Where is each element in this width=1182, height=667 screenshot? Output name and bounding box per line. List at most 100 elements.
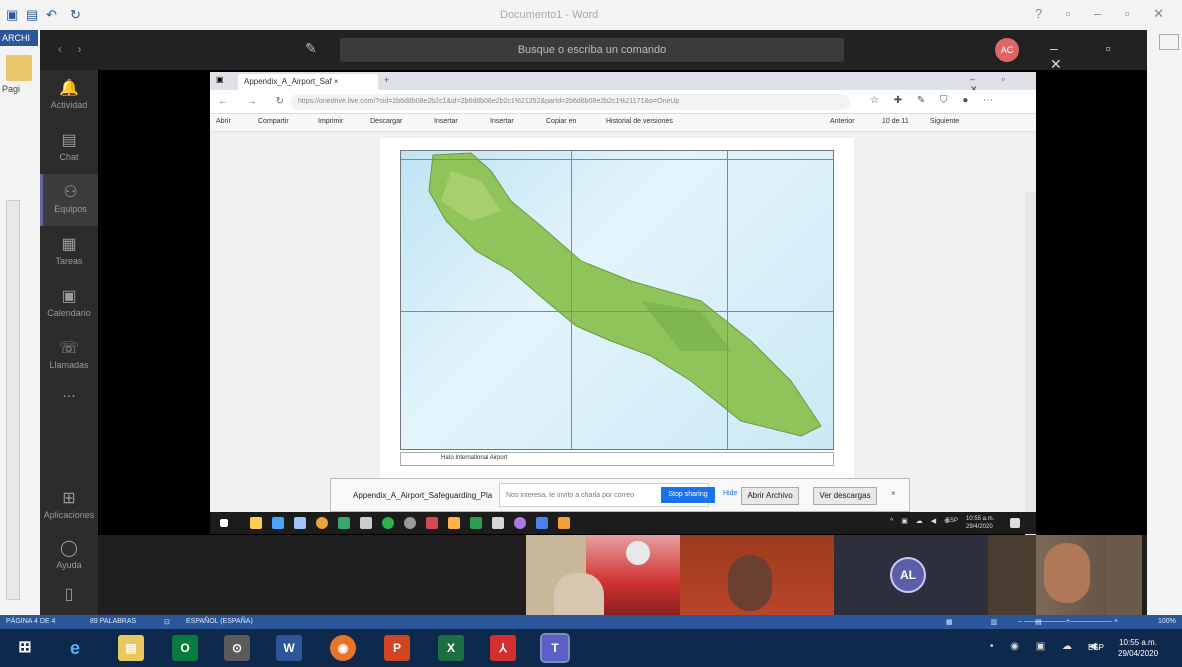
word-window-controls[interactable]: ? ▫ – ▫ ✕ bbox=[1035, 6, 1174, 22]
rail-calls[interactable]: ☏ Llamadas bbox=[40, 330, 98, 382]
system-tray-icons[interactable]: • ◉ ▣ ☁ ◀ bbox=[990, 641, 1103, 652]
version-history-button[interactable]: Historial de versiones bbox=[606, 118, 673, 125]
folder-icon[interactable] bbox=[250, 517, 262, 529]
wall-clock bbox=[626, 541, 650, 565]
browser-address-row: ← → ↻ https://onedrive.live.com/?cid=2b6… bbox=[210, 90, 1036, 114]
paste-icon[interactable] bbox=[6, 55, 32, 81]
proofing-icon[interactable]: ⊡ bbox=[164, 618, 170, 626]
app-icon[interactable] bbox=[470, 517, 482, 529]
internet-explorer-icon[interactable]: e bbox=[62, 635, 88, 661]
word-logo-icon: ▣ bbox=[6, 7, 19, 22]
browser-extensions[interactable]: ☆ ✚ ✎ ⛉ ● ⋯ bbox=[870, 95, 999, 106]
browser-tab[interactable]: Appendix_A_Airport_Saf × bbox=[238, 74, 378, 90]
participant-video[interactable] bbox=[526, 535, 680, 615]
powerpoint-icon[interactable]: P bbox=[384, 635, 410, 661]
store-icon[interactable] bbox=[272, 517, 284, 529]
redo-icon[interactable]: ↻ bbox=[70, 7, 81, 23]
nav-back-forward-refresh[interactable]: ← → ↻ bbox=[218, 96, 292, 107]
compose-icon[interactable]: ✎ bbox=[305, 40, 317, 57]
share-button[interactable]: Compartir bbox=[258, 118, 289, 125]
vertical-ruler bbox=[6, 200, 20, 600]
app-icon[interactable] bbox=[294, 517, 306, 529]
teams-window-controls[interactable]: – ▫ ✕ bbox=[1050, 40, 1147, 73]
rail-calendar[interactable]: ▣ Calendario bbox=[40, 278, 98, 330]
input-language[interactable]: ESP bbox=[1088, 643, 1104, 652]
save-icon[interactable]: ▤ bbox=[26, 7, 38, 23]
inner-tray-icons[interactable]: ^ ▣ ☁ ◀ ⊕ bbox=[890, 517, 953, 525]
browser-tab-strip: ▣ Appendix_A_Airport_Saf × + – ▫ ✕ bbox=[210, 72, 1036, 94]
app-icon[interactable] bbox=[360, 517, 372, 529]
inner-lang: ESP bbox=[946, 518, 959, 524]
page-count[interactable]: PÁGINA 4 DE 4 bbox=[6, 618, 55, 625]
word-status-bar: PÁGINA 4 DE 4 89 PALABRAS ⊡ ESPAÑOL (ESP… bbox=[0, 615, 1182, 629]
rail-activity[interactable]: 🔔 Actividad bbox=[40, 70, 98, 122]
participant-strip: AL bbox=[98, 535, 1147, 615]
app-icon[interactable] bbox=[492, 517, 504, 529]
nav-arrows[interactable]: ‹ › bbox=[58, 42, 87, 56]
file-explorer-icon[interactable]: ▤ bbox=[118, 635, 144, 661]
onedrive-toolbar: Abrir Compartir Imprimir Descargar Inser… bbox=[210, 114, 1036, 132]
hide-button[interactable]: Hide bbox=[723, 490, 737, 497]
participant-video[interactable] bbox=[988, 535, 1142, 615]
zoom-level[interactable]: 100% bbox=[1158, 618, 1176, 625]
browser-menu-icon[interactable]: ▣ bbox=[216, 75, 224, 84]
rail-chat[interactable]: ▤ Chat bbox=[40, 122, 98, 174]
next-page-button[interactable]: Siguiente bbox=[930, 118, 959, 125]
address-bar[interactable]: https://onedrive.live.com/?cid=2b6d8b08e… bbox=[290, 94, 850, 110]
start-icon[interactable] bbox=[220, 519, 228, 527]
rail-assignments[interactable]: ▦ Tareas bbox=[40, 226, 98, 278]
teams-header: ‹ › ✎ Busque o escriba un comando AC – ▫… bbox=[40, 30, 1147, 73]
prev-page-button[interactable]: Anterior bbox=[830, 118, 855, 125]
language-indicator[interactable]: ESPAÑOL (ESPAÑA) bbox=[186, 618, 253, 625]
word-icon[interactable]: W bbox=[276, 635, 302, 661]
copy-button[interactable]: Copiar en bbox=[546, 118, 576, 125]
embed-button[interactable]: Insertar bbox=[434, 118, 458, 125]
excel-icon[interactable]: X bbox=[438, 635, 464, 661]
rail-apps[interactable]: ⊞ Aplicaciones bbox=[40, 480, 98, 532]
word-count[interactable]: 89 PALABRAS bbox=[90, 618, 136, 625]
print-button[interactable]: Imprimir bbox=[318, 118, 343, 125]
teams-icon: ⚇ bbox=[63, 184, 78, 201]
app-icon[interactable] bbox=[426, 517, 438, 529]
zoom-slider[interactable]: – ——————+—————— + bbox=[1018, 618, 1118, 625]
map-caption: Hato International Airport bbox=[400, 452, 834, 466]
clock-app-icon[interactable]: ⊙ bbox=[224, 635, 250, 661]
new-tab-icon[interactable]: + bbox=[384, 75, 389, 85]
acrobat-icon[interactable]: ⅄ bbox=[490, 635, 516, 661]
windows-start-icon[interactable]: ⊞ bbox=[12, 635, 38, 661]
map-grid-line bbox=[727, 151, 728, 449]
rename-button[interactable]: Insertar bbox=[490, 118, 514, 125]
app-icon[interactable] bbox=[338, 517, 350, 529]
user-avatar[interactable]: AC bbox=[995, 38, 1019, 62]
search-input[interactable]: Busque o escriba un comando bbox=[340, 38, 844, 62]
participant-video[interactable] bbox=[680, 535, 834, 615]
view-downloads-button[interactable]: Ver descargas bbox=[813, 487, 877, 505]
app-icon[interactable] bbox=[514, 517, 526, 529]
app-icon[interactable] bbox=[558, 517, 570, 529]
system-clock[interactable]: 10:55 a.m. 29/04/2020 bbox=[1118, 637, 1158, 659]
stop-sharing-button[interactable]: Stop sharing bbox=[661, 487, 715, 503]
notification-icon[interactable] bbox=[1010, 518, 1020, 528]
firefox-icon[interactable]: ◉ bbox=[330, 635, 356, 661]
rail-more[interactable]: ... bbox=[40, 376, 98, 428]
app-icon[interactable] bbox=[448, 517, 460, 529]
open-file-button[interactable]: Abrir Archivo bbox=[741, 487, 799, 505]
app-icon[interactable] bbox=[404, 517, 416, 529]
download-button[interactable]: Descargar bbox=[370, 118, 402, 125]
chrome-icon[interactable] bbox=[316, 517, 328, 529]
open-button[interactable]: Abrir bbox=[216, 118, 231, 125]
pdf-page: Hato International Airport bbox=[380, 138, 854, 498]
participant-person bbox=[554, 573, 604, 615]
pdf-viewer: Hato International Airport bbox=[210, 132, 1036, 572]
app-icon[interactable] bbox=[536, 517, 548, 529]
undo-icon[interactable]: ↶ bbox=[46, 7, 57, 23]
teams-taskbar-icon[interactable]: T bbox=[540, 633, 570, 663]
participant-tile[interactable]: AL bbox=[834, 535, 988, 615]
outlook-icon[interactable]: O bbox=[172, 635, 198, 661]
rail-help[interactable]: ◯ Ayuda bbox=[40, 530, 98, 582]
archive-tab[interactable]: ARCHI bbox=[0, 30, 38, 46]
rail-teams[interactable]: ⚇ Equipos bbox=[40, 174, 98, 226]
app-icon[interactable] bbox=[382, 517, 394, 529]
close-icon[interactable]: × bbox=[891, 489, 896, 498]
downloaded-file[interactable]: Appendix_A_Airport_Safeguarding_Pla bbox=[353, 491, 492, 500]
